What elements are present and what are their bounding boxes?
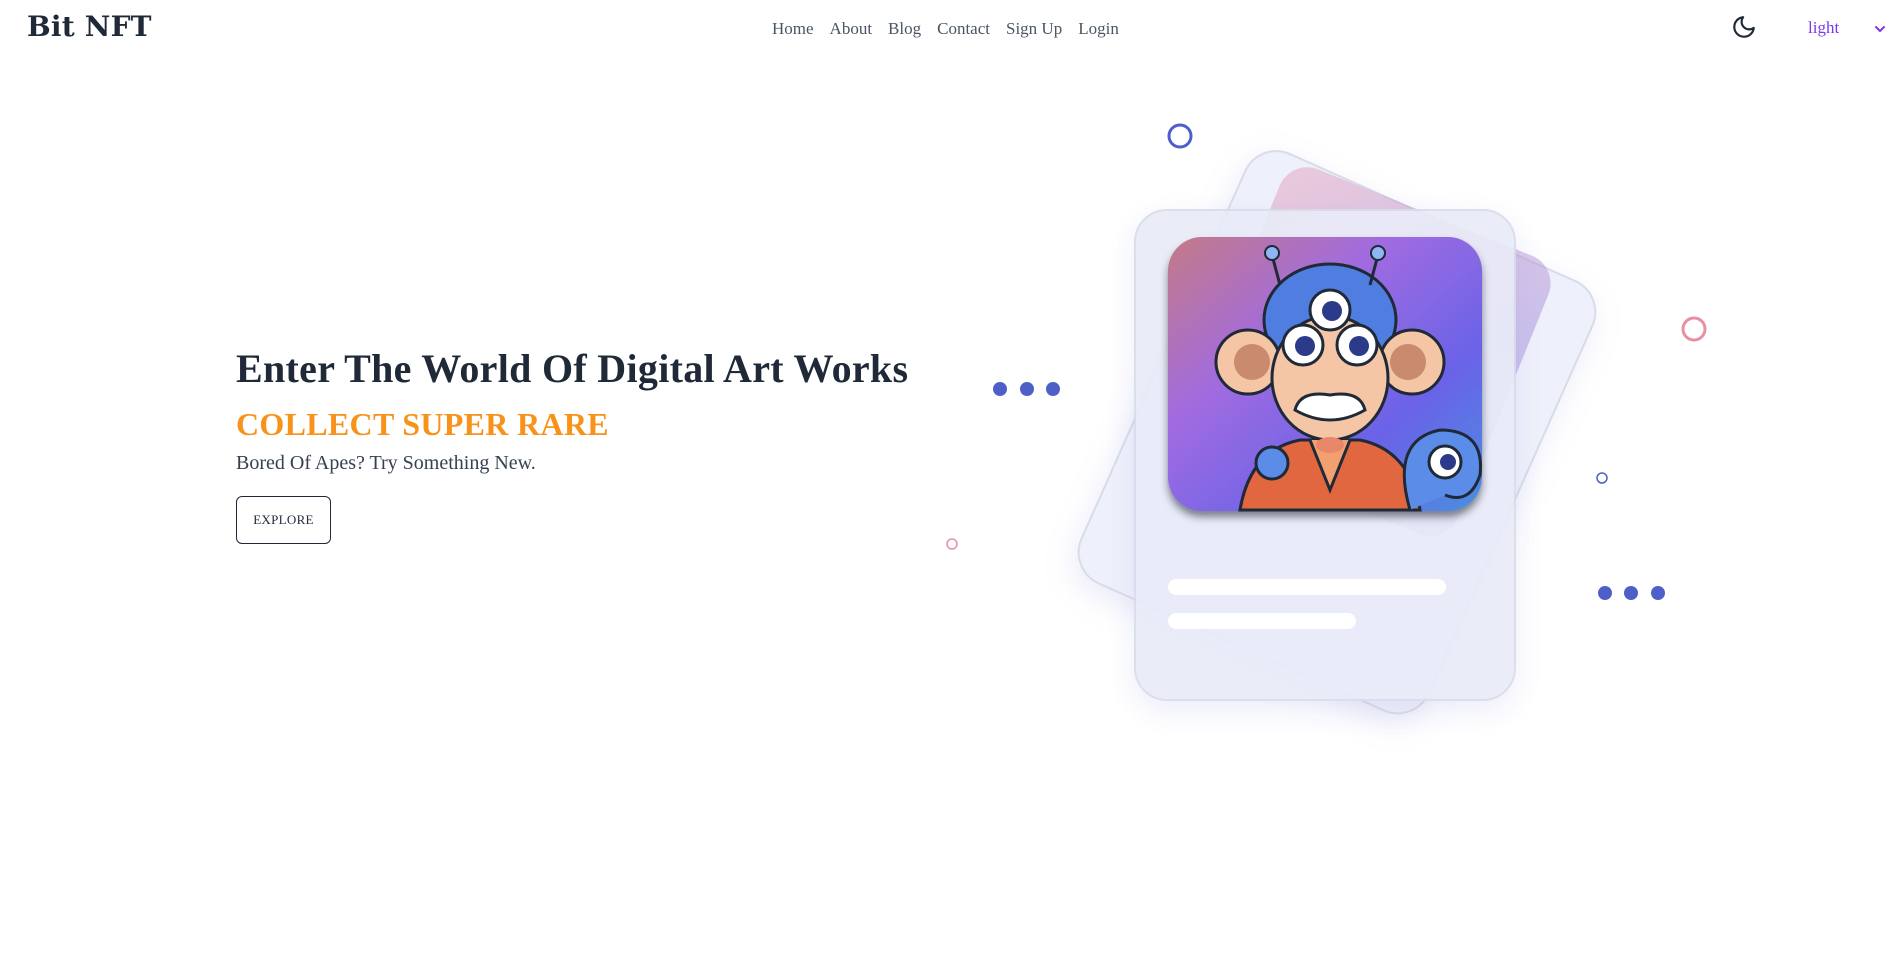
- theme-select[interactable]: light: [1786, 17, 1886, 41]
- hero-illustration: [940, 110, 1730, 760]
- hero-tagline: Bored Of Apes? Try Something New.: [236, 452, 536, 474]
- chevron-down-icon: [1873, 21, 1887, 35]
- nav-link-login[interactable]: Login: [1078, 19, 1119, 39]
- nav-link-blog[interactable]: Blog: [888, 19, 921, 39]
- ring-pink-small: [946, 538, 958, 550]
- card-text-line-2: [1168, 613, 1356, 629]
- nav-link-about[interactable]: About: [830, 19, 873, 39]
- nav-link-home[interactable]: Home: [772, 19, 814, 39]
- ring-blue-large: [1167, 123, 1193, 149]
- nav-link-contact[interactable]: Contact: [937, 19, 990, 39]
- hero-title: Enter The World Of Digital Art Works: [236, 346, 909, 391]
- hero-subtitle: COLLECT SUPER RARE: [236, 406, 609, 442]
- moon-icon[interactable]: [1731, 14, 1757, 40]
- navbar: Bit NFT Home About Blog Contact Sign Up …: [0, 0, 1900, 58]
- ring-blue-small: [1596, 472, 1608, 484]
- ring-pink-right: [1681, 316, 1707, 342]
- card-text-line-1: [1168, 579, 1446, 595]
- theme-select-value: light: [1808, 18, 1840, 37]
- nav-menu: Home About Blog Contact Sign Up Login: [772, 19, 1135, 39]
- explore-button[interactable]: EXPLORE: [236, 496, 331, 544]
- nav-link-signup[interactable]: Sign Up: [1006, 19, 1062, 39]
- brand-logo[interactable]: Bit NFT: [27, 10, 152, 43]
- dots-right: [1598, 586, 1665, 600]
- dots-left: [993, 382, 1060, 396]
